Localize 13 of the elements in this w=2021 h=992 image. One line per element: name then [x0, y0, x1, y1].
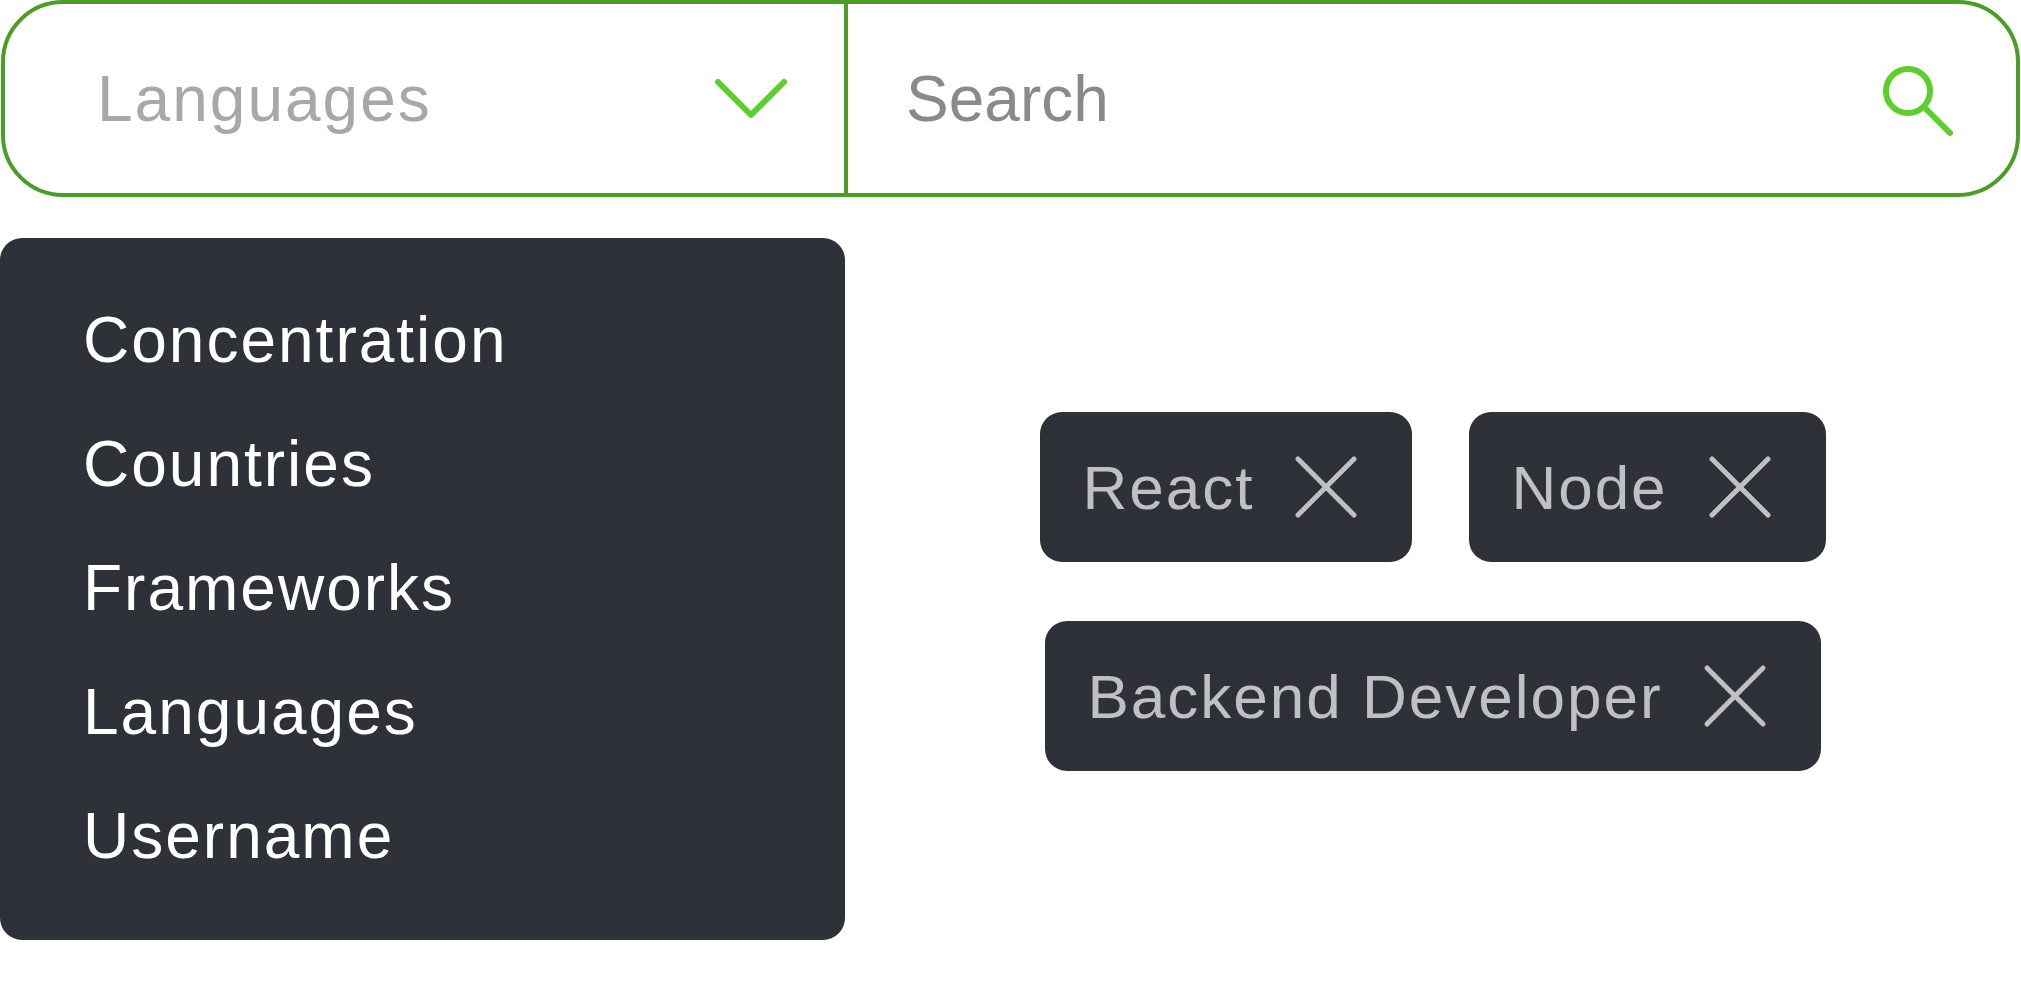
close-icon[interactable] [1294, 455, 1359, 519]
chevron-down-icon [714, 77, 788, 120]
search-field[interactable]: Search [904, 60, 1876, 137]
close-icon[interactable] [1707, 455, 1772, 519]
menu-item[interactable]: Concentration [0, 278, 845, 402]
menu-item[interactable]: Languages [0, 650, 845, 774]
tag-label: Node [1511, 451, 1668, 523]
tag-label: React [1082, 451, 1255, 523]
close-icon[interactable] [1702, 664, 1767, 728]
menu-item[interactable]: Frameworks [0, 526, 845, 650]
tag-label: Backend Developer [1087, 660, 1663, 732]
menu-item[interactable]: Countries [0, 402, 845, 526]
menu-item[interactable]: Username [0, 774, 845, 898]
